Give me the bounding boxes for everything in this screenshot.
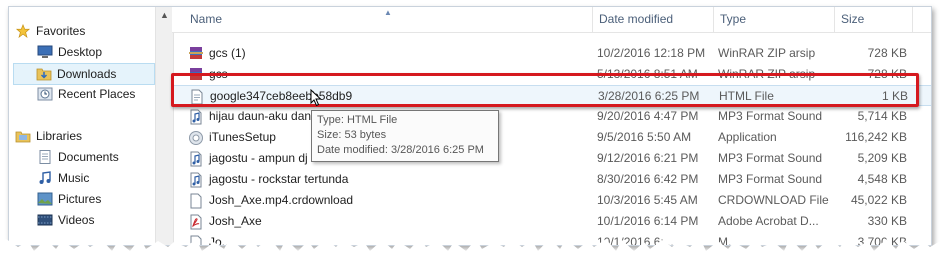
desktop-icon (37, 45, 53, 58)
nav-downloads-label: Downloads (57, 67, 117, 81)
tooltip-date: Date modified: 3/28/2016 6:25 PM (317, 144, 484, 156)
mp3-icon (188, 172, 204, 188)
nav-desktop[interactable]: Desktop (37, 42, 153, 62)
file-type: WinRAR ZIP arsip (718, 46, 816, 60)
file-type: CRDOWNLOAD File (718, 193, 829, 207)
file-row[interactable]: jagostu - ampun dj 9/12/2016 6:21 PM MP3 F… (172, 148, 931, 169)
mouse-cursor-icon (310, 89, 322, 107)
file-name: gcs (1) (209, 46, 246, 60)
file-type: Application (718, 130, 777, 144)
documents-icon (39, 150, 51, 164)
nav-recent-places[interactable]: Recent Places (37, 84, 153, 104)
file-row[interactable]: hijau daun-aku dan dirimu 9/20/2016 4:47 … (172, 106, 931, 127)
mp3-icon (188, 151, 204, 167)
nav-music-label: Music (58, 171, 90, 185)
file-list: ▲ Name Date modified Type Size gcs (1) 10… (172, 7, 931, 245)
column-header-row: ▲ Name Date modified Type Size (172, 7, 931, 33)
file-name: Josh_Axe (209, 214, 262, 228)
nav-documents-label: Documents (58, 150, 119, 164)
nav-favorites[interactable]: Favorites (15, 21, 153, 41)
tooltip-type: Type: HTML File (317, 114, 398, 126)
tooltip-size: Size: 53 bytes (317, 129, 387, 141)
nav-desktop-label: Desktop (58, 45, 103, 59)
file-date: 10/1/2016 6:14 PM (597, 214, 699, 228)
generic-file-icon (188, 193, 204, 209)
file-size: 116,242 KB (845, 130, 907, 144)
recent-places-icon (37, 87, 53, 101)
file-date: 9/12/2016 6:21 PM (597, 151, 699, 165)
file-type: MP3 Format Sound (718, 151, 823, 165)
scroll-up-arrow-icon[interactable]: ▲ (156, 7, 173, 24)
file-size: 45,022 KB (850, 193, 907, 207)
file-name: Josh_Axe.mp4.crdownload (209, 193, 354, 207)
nav-videos-label: Videos (58, 213, 95, 227)
column-header-size[interactable]: Size (834, 7, 911, 32)
file-info-tooltip: Type: HTML File Size: 53 bytes Date modi… (311, 110, 499, 162)
file-name: jagostu - rockstar tertunda (209, 172, 349, 186)
file-name: iTunesSetup (209, 130, 276, 144)
file-type: Adobe Acrobat D... (718, 214, 819, 228)
file-name-cell[interactable]: Josh_Axe.mp4.crdownload (188, 190, 588, 211)
file-row[interactable]: iTunesSetup 9/5/2016 5:50 AM Application 11… (172, 127, 931, 148)
file-name-cell[interactable]: gcs (1) (188, 43, 588, 64)
file-row[interactable]: Josh_Axe 10/1/2016 6:14 PM Adobe Acrobat D… (172, 211, 931, 232)
file-name-cell[interactable]: jagostu - rockstar tertunda (188, 169, 588, 190)
file-row[interactable]: gcs (1) 10/2/2016 12:18 PM WinRAR ZIP arsi… (172, 43, 931, 64)
nav-recent-places-label: Recent Places (58, 87, 136, 101)
column-header-name[interactable]: Name (184, 7, 590, 32)
column-header-date[interactable]: Date modified (592, 7, 711, 32)
file-type: MP3 Format Sound (718, 109, 823, 123)
file-size: 330 KB (867, 214, 907, 228)
torn-edge (0, 238, 944, 257)
file-size: 728 KB (867, 46, 907, 60)
file-date: 10/3/2016 5:45 AM (597, 193, 698, 207)
music-icon (39, 171, 51, 184)
file-size: 5,714 KB (857, 109, 907, 123)
column-header-extra (912, 7, 929, 32)
file-date: 10/2/2016 12:18 PM (597, 46, 706, 60)
pdf-icon (188, 214, 204, 230)
navigation-pane: Favorites Desktop Downloads Recent Place… (9, 7, 155, 245)
file-size: 5,209 KB (857, 151, 907, 165)
file-name: jagostu - ampun dj (209, 151, 308, 165)
file-date: 9/5/2016 5:50 AM (597, 130, 692, 144)
file-row[interactable]: jagostu - rockstar tertunda 8/30/2016 6:4… (172, 169, 931, 190)
nav-libraries-label: Libraries (36, 129, 83, 143)
nav-downloads[interactable]: Downloads (13, 63, 155, 85)
nav-documents[interactable]: Documents (37, 147, 153, 167)
column-header-type[interactable]: Type (713, 7, 832, 32)
file-row[interactable]: Josh_Axe.mp4.crdownload 10/3/2016 5:45 AM… (172, 190, 931, 211)
file-type: MP3 Format Sound (718, 172, 823, 186)
downloads-folder-icon (36, 68, 52, 81)
pictures-icon (37, 192, 53, 206)
libraries-icon (15, 131, 31, 143)
winrar-icon (188, 46, 204, 62)
nav-libraries[interactable]: Libraries (15, 126, 153, 146)
star-icon (15, 24, 31, 38)
file-size: 4,548 KB (857, 172, 907, 186)
videos-icon (37, 214, 53, 226)
highlight-box (171, 73, 919, 107)
nav-pictures[interactable]: Pictures (37, 189, 153, 209)
nav-music[interactable]: Music (37, 168, 153, 188)
mp3-icon (188, 109, 204, 125)
file-date: 9/20/2016 4:47 PM (597, 109, 699, 123)
file-date: 8/30/2016 6:42 PM (597, 172, 699, 186)
file-name-cell[interactable]: Josh_Axe (188, 211, 588, 232)
nav-videos[interactable]: Videos (37, 210, 153, 230)
nav-pictures-label: Pictures (58, 192, 102, 206)
nav-favorites-label: Favorites (36, 24, 86, 38)
application-icon (188, 130, 204, 146)
